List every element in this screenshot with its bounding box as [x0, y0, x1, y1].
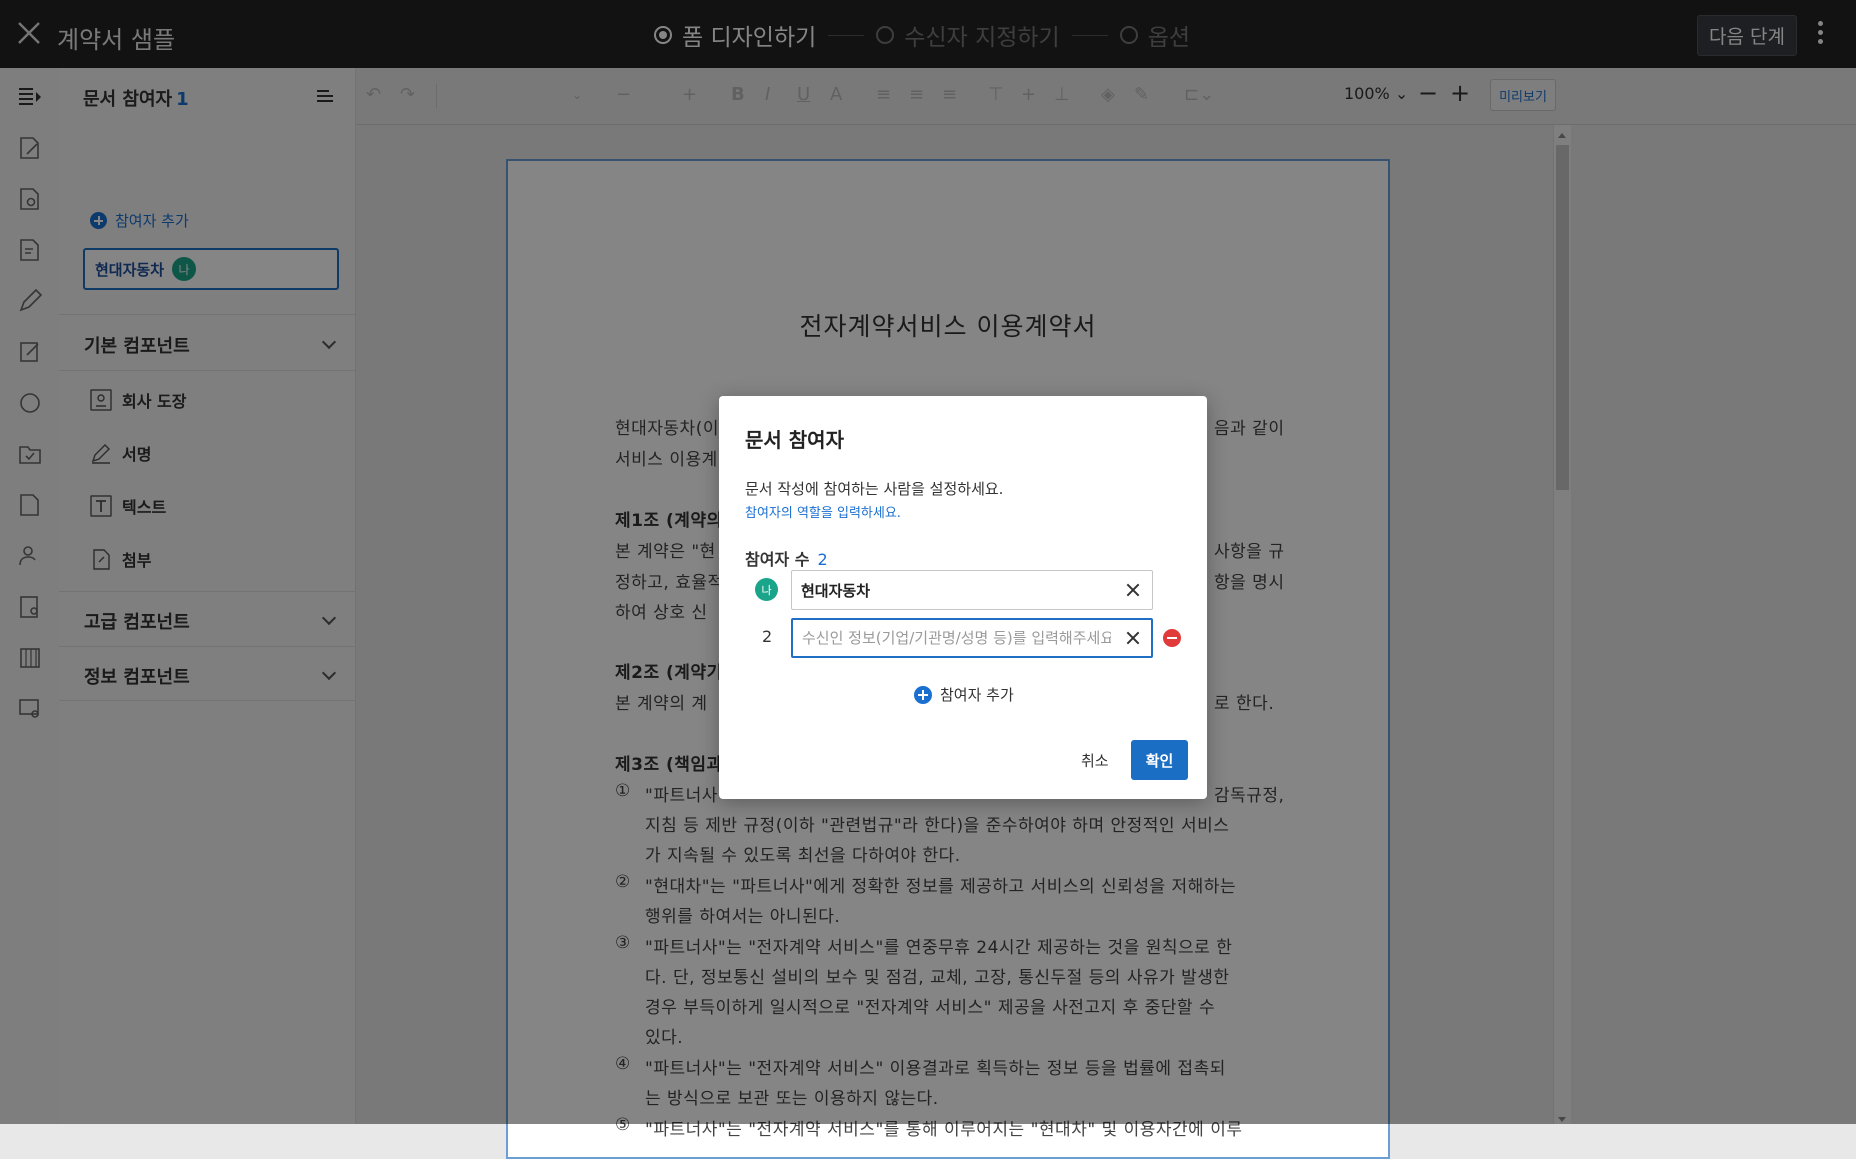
dialog-description: 문서 작성에 참여하는 사람을 설정하세요. [745, 480, 1004, 498]
add-participant-button[interactable]: 참여자 추가 [914, 684, 1014, 705]
participant-count-label: 참여자 수2 [745, 550, 828, 569]
clear-input-icon[interactable] [1125, 582, 1141, 598]
dialog-hint: 참여자의 역할을 입력하세요. [745, 506, 901, 521]
participant-1-input[interactable] [791, 570, 1153, 610]
confirm-button[interactable]: 확인 [1131, 740, 1188, 780]
participant-row-number: 2 [762, 627, 773, 646]
cancel-button[interactable]: 취소 [1081, 750, 1109, 771]
participant-2-input[interactable] [791, 618, 1153, 658]
me-badge: 나 [755, 578, 778, 601]
participants-dialog: 문서 참여자 문서 작성에 참여하는 사람을 설정하세요. 참여자의 역할을 입… [719, 396, 1207, 799]
plus-circle-icon [914, 685, 932, 704]
remove-participant-icon[interactable] [1163, 629, 1181, 647]
dialog-title: 문서 참여자 [745, 428, 844, 452]
clear-input-icon[interactable] [1125, 630, 1141, 646]
participant-count-value: 2 [817, 550, 828, 569]
